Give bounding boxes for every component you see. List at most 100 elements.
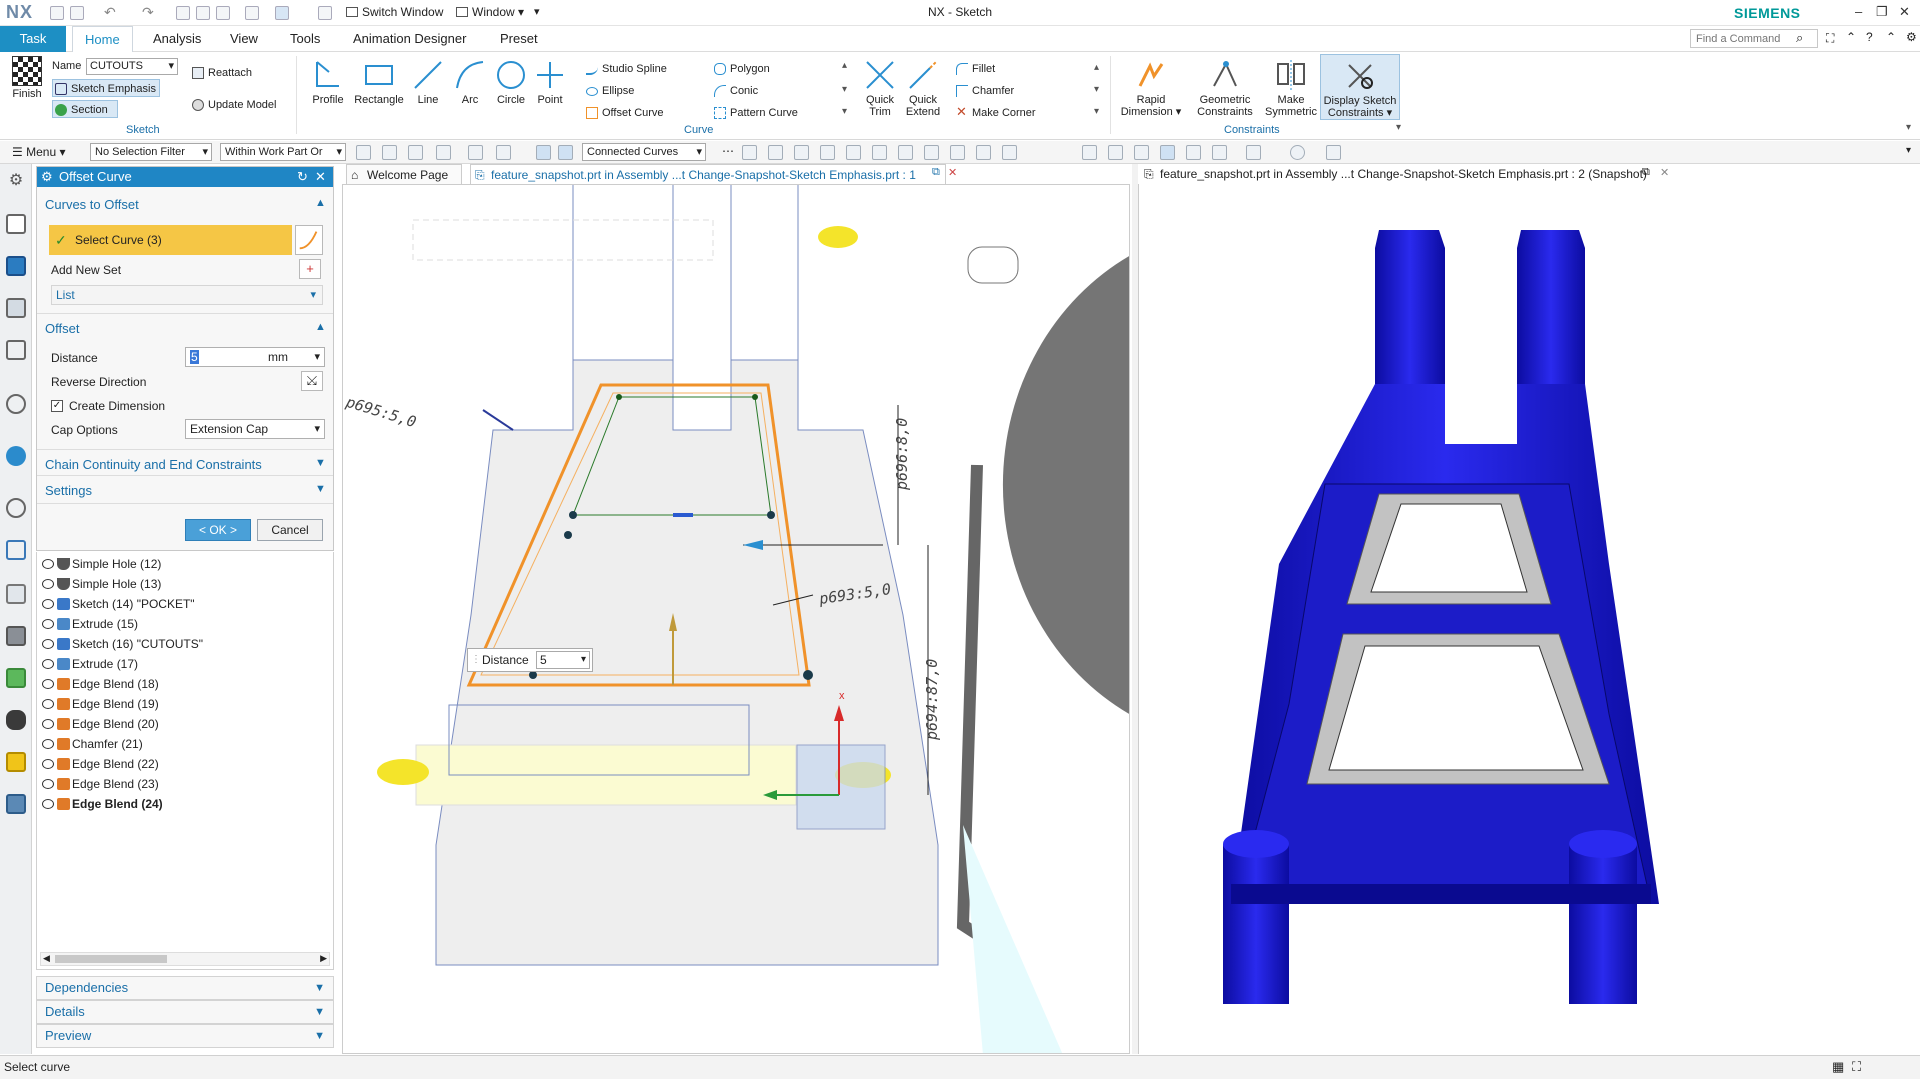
horizontal-scrollbar[interactable]: ◀ ▶ [40,952,330,966]
visibility-eye-icon[interactable] [42,599,54,609]
system-scenes-icon[interactable] [6,710,26,730]
system-materials-icon[interactable] [6,668,26,688]
make-corner-button[interactable]: ✕ Make Corner [954,104,1036,122]
more-options-icon[interactable]: ⋯ [722,144,734,158]
update-model-button[interactable]: Update Model [190,96,277,114]
reuse-library-icon[interactable] [6,340,26,360]
curves-to-offset-section[interactable]: Curves to Offset [45,197,139,212]
roles-icon[interactable] [6,626,26,646]
quick-extend-button[interactable]: Quick Extend [902,58,944,118]
part-navigator-icon[interactable] [6,298,26,318]
dialog-close-icon[interactable]: ✕ [315,167,326,187]
history-icon[interactable] [6,498,26,518]
snap-existing-point-icon[interactable] [924,145,939,160]
snap-quadrant-icon[interactable] [872,145,887,160]
tab-close-icon[interactable]: ✕ [1660,166,1669,179]
navigator-row[interactable]: Simple Hole (12) [42,554,161,574]
select-face-icon[interactable] [408,145,423,160]
constraints-more-icon[interactable]: ▾ [1396,122,1401,133]
visibility-eye-icon[interactable] [42,739,54,749]
ok-button[interactable]: < OK > [185,519,251,541]
snap-tangent-icon[interactable] [950,145,965,160]
visibility-eye-icon[interactable] [42,579,54,589]
tab-view[interactable]: View [218,26,270,52]
navigator-row[interactable]: Extrude (15) [42,614,138,634]
tab-home[interactable]: Home [72,26,133,52]
cancel-button[interactable]: Cancel [257,519,323,541]
fillet-button[interactable]: Fillet [954,60,995,78]
display-mode-icon[interactable] [1246,145,1261,160]
chain-continuity-section[interactable]: Chain Continuity and End Constraints [45,457,262,472]
shaded-with-edges-icon[interactable] [1160,145,1175,160]
full-screen-toggle-icon[interactable]: ⛶ [1852,1056,1861,1078]
curve-rule-icon[interactable] [536,145,551,160]
training-icon[interactable] [6,794,26,814]
ribbon-more-icon[interactable]: ▾ [1906,122,1911,133]
selbar-more-icon[interactable]: ▾ [1906,145,1911,156]
snap-surface-icon[interactable] [1002,145,1017,160]
reverse-direction-icon[interactable]: ⤩ [301,371,323,391]
tab-close-icon[interactable]: ✕ [948,166,957,179]
selection-grid-icon[interactable]: ▦ [1832,1056,1844,1078]
edit-gallery-up-icon[interactable]: ▴ [1094,62,1099,73]
conic-button[interactable]: Conic [712,82,758,100]
navigator-row[interactable]: Edge Blend (20) [42,714,159,734]
ribbon-settings-icon[interactable]: ⚙ [1906,30,1917,44]
assembly-navigator-icon[interactable] [6,214,26,234]
visibility-eye-icon[interactable] [42,659,54,669]
tab-analysis[interactable]: Analysis [141,26,213,52]
navigator-row[interactable]: Sketch (14) "POCKET" [42,594,195,614]
tab-preset[interactable]: Preset [488,26,550,52]
close-window-icon[interactable]: ✕ [1899,4,1910,20]
dependencies-panel[interactable]: Dependencies ▼ [36,976,334,1000]
ellipse-button[interactable]: Ellipse [584,82,634,100]
hd3d-tools-icon[interactable] [6,394,26,414]
collapse-caret-icon[interactable]: ▲ [315,197,326,209]
view-zoom-icon[interactable] [1108,145,1123,160]
navigator-row[interactable]: Edge Blend (19) [42,694,159,714]
tab-welcome-page[interactable]: ⌂ Welcome Page [346,164,462,184]
selection-options-icon[interactable] [436,145,451,160]
arc-button[interactable]: Arc [452,58,488,106]
cap-options-dropdown[interactable]: Extension Cap ▾ [185,419,325,439]
finish-button[interactable]: Finish [8,56,46,100]
ribbon-options-icon[interactable]: ⌃ [1886,30,1896,44]
quick-trim-button[interactable]: Quick Trim [860,58,900,118]
navigator-row[interactable]: Edge Blend (22) [42,754,159,774]
reattach-button[interactable]: Reattach [190,64,252,82]
tab-task[interactable]: Task [0,26,66,52]
orient-view-icon[interactable] [1212,145,1227,160]
profile-button[interactable]: Profile [308,58,348,106]
point-button[interactable]: Point [532,58,568,106]
circle-button[interactable]: Circle [492,58,530,106]
collapse-caret-icon[interactable]: ▲ [315,321,326,333]
onscreen-distance-field[interactable]: 5 ▾ [536,651,590,669]
navigator-row[interactable]: Edge Blend (23) [42,774,159,794]
offset-curve-button[interactable]: Offset Curve [584,104,664,122]
edit-gallery-more-icon[interactable]: ▾ [1094,106,1099,117]
display-sketch-constraints-button[interactable]: Display Sketch Constraints ▾ [1320,54,1400,120]
select-curve-icon[interactable] [295,225,323,255]
snap-intersection-icon[interactable] [820,145,835,160]
visibility-eye-icon[interactable] [42,759,54,769]
visibility-eye-icon[interactable] [42,679,54,689]
selection-filter-dropdown[interactable]: No Selection Filter [90,143,212,161]
constraint-navigator-icon[interactable] [6,256,26,276]
visibility-eye-icon[interactable] [42,619,54,629]
model-canvas[interactable] [1139,184,1920,1054]
curve-gallery-more-icon[interactable]: ▾ [842,106,847,117]
chamfer-button[interactable]: Chamfer [954,82,1014,100]
collapse-ribbon-icon[interactable]: ⌃ [1846,30,1856,44]
section-button[interactable]: Section [52,100,118,118]
make-symmetric-button[interactable]: Make Symmetric [1262,58,1320,118]
snap-point-icon[interactable] [468,145,483,160]
snap-pole-icon[interactable] [976,145,991,160]
sketch-emphasis-button[interactable]: Sketch Emphasis [52,79,160,97]
pattern-curve-button[interactable]: Pattern Curve [712,104,798,122]
snap-control-icon[interactable] [794,145,809,160]
navigator-row[interactable]: Extrude (17) [42,654,138,674]
snap-mid-icon[interactable] [768,145,783,160]
stop-at-intersection-icon[interactable] [558,145,573,160]
scroll-left-icon[interactable]: ◀ [43,953,50,964]
dialog-settings-icon[interactable]: ⚙ [41,167,53,187]
